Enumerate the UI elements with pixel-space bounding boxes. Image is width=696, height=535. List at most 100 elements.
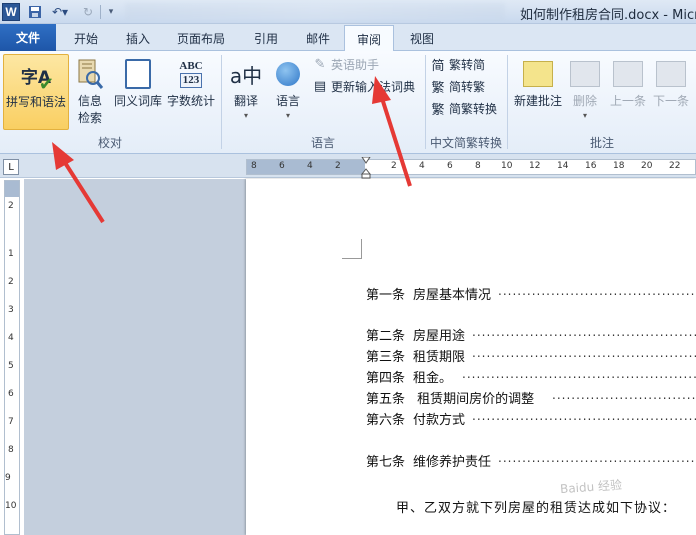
ruler-tick: 4 [307,161,313,171]
undo-icon[interactable]: ↶▾ [48,3,72,21]
vruler-tick: 4 [8,333,14,343]
tab-file[interactable]: 文件 [0,24,56,51]
spelling-grammar-button[interactable]: 字A ✔ 拼写和语法 [3,54,69,130]
toc-line: 第七条 维修养护责任 ..............................… [366,451,696,470]
ruler-tick: 22 [669,161,681,171]
next-comment-button[interactable]: 下一条 [650,56,692,109]
toc-leader-dots: ........................................… [472,409,696,423]
ruler-left-margin [247,160,365,174]
thesaurus-button[interactable]: 同义词库 [110,56,166,109]
document-title: 如何制作租房合同.docx - Micro [520,8,696,23]
globe-icon [271,56,305,92]
vruler-tick: 6 [8,389,14,399]
word-count-button[interactable]: ABC 123 字数统计 [164,56,218,109]
tab-review[interactable]: 审阅 [344,25,394,52]
tab-home[interactable]: 开始 [64,26,108,51]
ruler-tick: 14 [557,161,569,171]
vruler-tick: 7 [8,417,14,427]
previous-comment-button[interactable]: 上一条 [607,56,649,109]
ruler-tick: 2 [391,161,397,171]
save-icon[interactable] [26,3,44,21]
toc-title: 房屋用途 [413,329,466,344]
toc-leader-dots: ........................................ [552,388,696,402]
ruler-tick: 4 [419,161,425,171]
toc-title: 租金。 [413,371,453,386]
translate-button[interactable]: a中 翻译 ▾ [226,56,266,121]
blurred-region [125,3,505,21]
ruler-tick: 6 [279,161,285,171]
tab-selector-icon[interactable]: L [3,159,19,175]
toc-title: 维修养护责任 [413,455,492,470]
vruler-tick: 1 [8,249,14,259]
tab-insert[interactable]: 插入 [116,26,160,51]
language-button[interactable]: 语言 ▾ [268,56,308,120]
update-ime-dictionary-button[interactable]: ▤ 更新输入法词典 [312,76,415,96]
delete-comment-icon [570,56,600,92]
toc-title: 租赁期限 [413,350,466,365]
toc-number: 第七条 [366,455,406,470]
chevron-down-icon: ▾ [285,111,290,120]
tab-view[interactable]: 视图 [400,26,444,51]
customize-quick-access-icon[interactable]: ▾ [104,3,118,21]
horizontal-ruler[interactable]: 8 6 4 2 2 4 6 8 10 12 14 16 18 20 22 [246,157,696,179]
document-page[interactable]: 第一条 房屋基本情况 ..............................… [246,179,696,535]
tab-references[interactable]: 引用 [244,26,288,51]
vruler-tick: 10 [5,501,17,511]
word-count-label: 字数统计 [166,94,215,108]
research-button[interactable]: 信息 检索 [72,56,108,126]
ruler-tick: 16 [585,161,597,171]
ruler-tick: 20 [641,161,653,171]
conversion-button[interactable]: 繁 简繁转换 [430,98,497,118]
conversion-icon: 繁 [431,102,445,118]
ruler-tick: 6 [447,161,453,171]
redo-icon[interactable]: ↻ [80,3,96,21]
ruler-tick: 18 [613,161,625,171]
new-comment-icon [523,56,553,92]
delete-comment-button[interactable]: 删除 ▾ [565,56,605,120]
ruler-tick: 2 [335,161,341,171]
indent-marker-icon[interactable] [361,157,371,179]
toc-line: 第六条 付款方式 ................................… [366,409,696,428]
previous-comment-icon [613,56,643,92]
word-app-icon[interactable]: W [2,3,20,21]
vruler-tick: 8 [8,445,14,455]
simp-to-trad-button[interactable]: 繁 简转繁 [430,76,485,96]
toc-number: 第五条 [366,392,406,407]
toc-line: 第四条 租金。 .................................… [366,367,696,386]
toc-leader-dots: ........................................… [498,451,696,465]
simp-to-trad-icon: 繁 [431,80,445,96]
update-ime-label: 更新输入法词典 [331,79,416,94]
vertical-ruler-top-margin [5,181,19,197]
chevron-down-icon: ▾ [243,111,248,120]
toc-line: 第二条 房屋用途 ................................… [366,325,696,344]
group-label-language: 语言 [310,136,335,150]
spelling-grammar-label: 拼写和语法 [5,95,66,109]
trad-to-simp-icon: 简 [431,58,445,74]
research-label-line2: 检索 [77,111,102,125]
toc-title: 房屋基本情况 [413,288,492,303]
toc-leader-dots: ........................................… [462,367,696,381]
group-label-chinese-conversion: 中文简繁转换 [429,136,502,150]
word-count-icon-bottom: 123 [179,73,203,88]
toc-title: 付款方式 [413,413,466,428]
tab-page-layout[interactable]: 页面布局 [170,26,232,51]
trad-to-simp-label: 繁转简 [449,57,486,72]
ruler-tick: 8 [251,161,257,171]
research-icon [75,56,105,92]
toc-line: 第一条 房屋基本情况 ..............................… [366,284,696,303]
english-assistant-button[interactable]: ✎ 英语助手 [312,54,379,74]
translate-label: 翻译 [233,94,258,108]
word-count-icon: ABC 123 [175,56,207,92]
vertical-ruler[interactable]: 2 1 2 3 4 5 6 7 8 9 10 [4,180,20,535]
delete-label: 删除 [572,94,597,108]
toc-number: 第二条 [366,329,406,344]
vruler-tick: 5 [8,361,14,371]
conversion-label: 简繁转换 [449,101,498,116]
toc-line: 第五条 租赁期间房价的调整 ..........................… [366,388,696,407]
toc-leader-dots: ........................................… [498,284,696,298]
tab-mailings[interactable]: 邮件 [296,26,340,51]
page-corner-mark [342,239,362,259]
new-comment-button[interactable]: 新建批注 [511,56,565,109]
trad-to-simp-button[interactable]: 简 繁转简 [430,54,485,74]
toc-number: 第一条 [366,288,406,303]
